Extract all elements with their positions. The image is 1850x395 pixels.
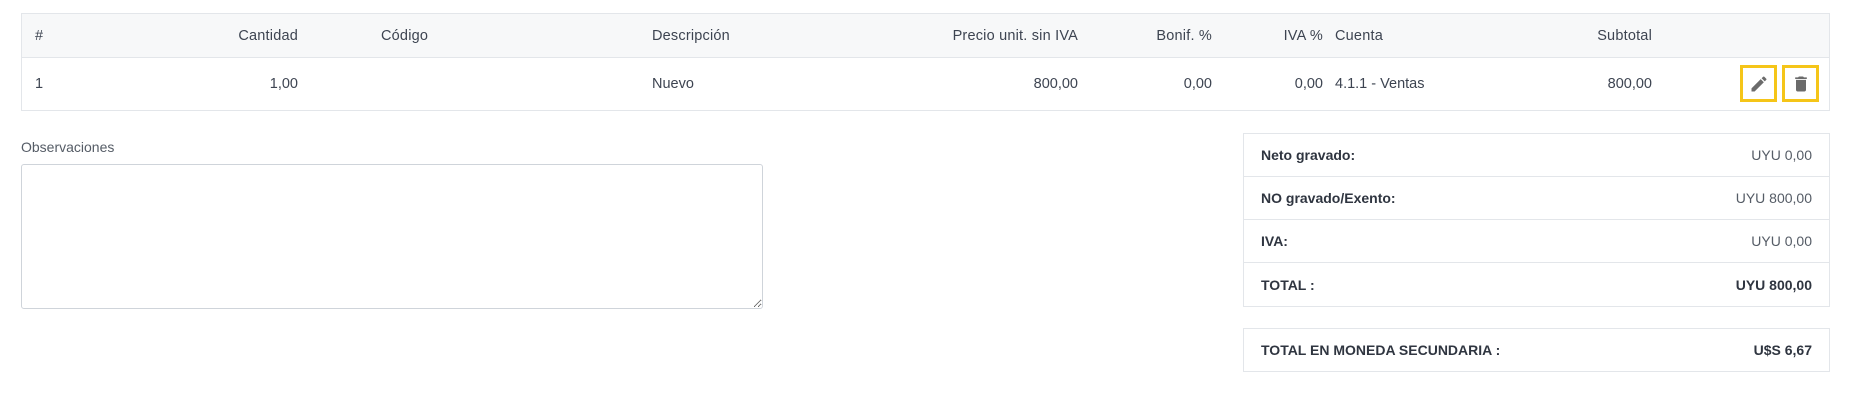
header-iva: IVA %	[1283, 27, 1323, 44]
secondary-total-label: TOTAL EN MONEDA SECUNDARIA :	[1261, 342, 1501, 358]
row-bonif: 0,00	[1183, 76, 1212, 92]
row-num: 1	[35, 76, 44, 92]
totals-row-neto: Neto gravado: UYU 0,00	[1244, 134, 1829, 177]
row-actions	[1740, 65, 1819, 102]
observaciones-textarea[interactable]	[21, 164, 763, 309]
no-gravado-value: UYU 800,00	[1735, 190, 1812, 206]
table-row: 1 1,00 Nuevo 800,00 0,00 0,00 4.1.1 - Ve…	[22, 58, 1829, 110]
iva-label: IVA:	[1261, 233, 1288, 249]
no-gravado-label: NO gravado/Exento:	[1261, 190, 1396, 206]
totals-row-no-gravado: NO gravado/Exento: UYU 800,00	[1244, 177, 1829, 220]
header-descripcion: Descripción	[652, 27, 730, 44]
row-iva: 0,00	[1294, 76, 1323, 92]
row-descripcion: Nuevo	[652, 76, 694, 92]
iva-value: UYU 0,00	[1751, 233, 1812, 249]
items-table-header: # Cantidad Código Descripción Precio uni…	[22, 14, 1829, 58]
header-cuenta: Cuenta	[1335, 27, 1383, 44]
header-num: #	[35, 27, 44, 44]
total-label: TOTAL :	[1261, 276, 1315, 293]
header-subtotal: Subtotal	[1597, 27, 1652, 44]
totals-panel: Neto gravado: UYU 0,00 NO gravado/Exento…	[1243, 133, 1830, 307]
edit-pencil-icon	[1751, 75, 1767, 91]
observaciones-label: Observaciones	[21, 139, 115, 155]
header-precio: Precio unit. sin IVA	[952, 27, 1078, 44]
total-value: UYU 800,00	[1735, 276, 1812, 293]
totals-row-total: TOTAL : UYU 800,00	[1244, 263, 1829, 306]
secondary-total-value: U$S 6,67	[1753, 342, 1812, 358]
neto-gravado-label: Neto gravado:	[1261, 147, 1356, 163]
header-cantidad: Cantidad	[238, 27, 298, 44]
row-subtotal: 800,00	[1607, 76, 1652, 92]
secondary-currency-total: TOTAL EN MONEDA SECUNDARIA : U$S 6,67	[1243, 328, 1830, 372]
row-precio: 800,00	[1033, 76, 1078, 92]
neto-gravado-value: UYU 0,00	[1751, 147, 1812, 163]
header-bonif: Bonif. %	[1156, 27, 1212, 44]
items-table: # Cantidad Código Descripción Precio uni…	[21, 13, 1830, 111]
delete-trash-icon	[1794, 76, 1807, 91]
delete-button[interactable]	[1782, 65, 1819, 102]
row-cuenta: 4.1.1 - Ventas	[1335, 76, 1425, 92]
totals-row-iva: IVA: UYU 0,00	[1244, 220, 1829, 263]
row-cantidad: 1,00	[269, 76, 298, 92]
edit-button[interactable]	[1740, 65, 1777, 102]
header-codigo: Código	[381, 27, 429, 44]
